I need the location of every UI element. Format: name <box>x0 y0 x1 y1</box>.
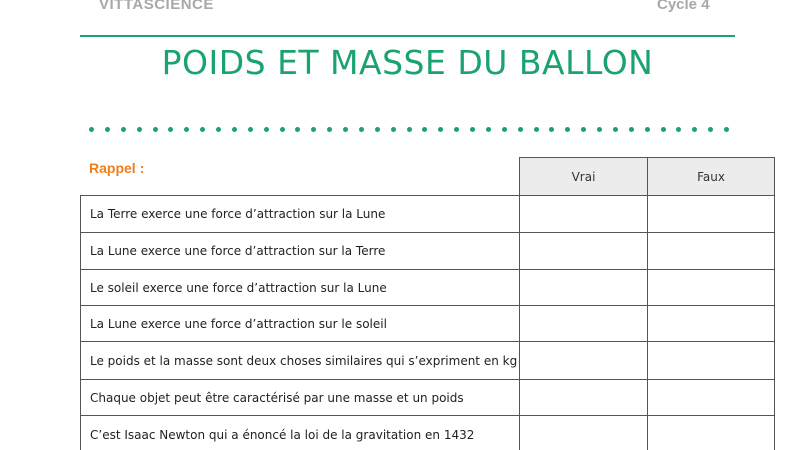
answer-cell-faux[interactable] <box>647 379 775 416</box>
statement-cell: La Lune exerce une force d’attraction su… <box>80 232 520 270</box>
divider-dot <box>152 127 158 132</box>
divider-dot <box>327 127 333 132</box>
divider-dot <box>406 127 412 132</box>
divider-dot <box>104 127 110 132</box>
answer-cell-vrai[interactable] <box>519 341 648 380</box>
divider-dot <box>358 127 364 132</box>
divider-dot <box>708 127 714 132</box>
header-rule <box>80 35 735 37</box>
divider-dot <box>612 127 618 132</box>
divider-dot <box>549 127 555 132</box>
divider-dot <box>247 127 253 132</box>
answer-cell-faux[interactable] <box>647 305 775 342</box>
statement-cell: Chaque objet peut être caractérisé par u… <box>80 379 520 416</box>
statement-cell: La Terre exerce une force d’attraction s… <box>80 195 520 233</box>
answer-cell-vrai[interactable] <box>519 305 648 342</box>
answer-cell-faux[interactable] <box>647 195 775 233</box>
divider-dot <box>692 127 698 132</box>
header-brand: VITTASCIENCE <box>99 0 214 13</box>
divider-dot <box>216 127 221 132</box>
divider-dot <box>390 127 396 132</box>
true-false-table: Vrai Faux La Terre exerce une force d’attr… <box>80 157 775 450</box>
divider-dot <box>263 127 269 132</box>
divider-dot <box>168 127 174 132</box>
answer-cell-vrai[interactable] <box>519 269 648 306</box>
answer-cell-vrai[interactable] <box>519 195 648 233</box>
page-title: POIDS ET MASSE DU BALLON <box>161 43 654 82</box>
divider-dot <box>470 127 475 132</box>
divider-dot <box>597 127 602 132</box>
answer-cell-faux[interactable] <box>647 341 775 380</box>
divider-dot <box>644 127 650 132</box>
divider-dot <box>374 127 380 132</box>
divider-dot <box>517 127 523 132</box>
divider-dot <box>136 127 142 132</box>
answer-cell-faux[interactable] <box>647 269 775 306</box>
column-header-faux: Faux <box>647 157 775 196</box>
answer-cell-faux[interactable] <box>647 415 775 450</box>
divider-dot <box>581 127 587 132</box>
divider-dot <box>422 127 428 132</box>
header-cycle: Cycle 4 <box>657 0 710 13</box>
dot-divider <box>89 127 729 133</box>
divider-dot <box>200 127 206 132</box>
divider-dot <box>533 127 539 132</box>
divider-dot <box>295 127 301 132</box>
divider-dot <box>485 127 491 132</box>
answer-cell-vrai[interactable] <box>519 415 648 450</box>
divider-dot <box>343 127 348 132</box>
divider-dot <box>660 127 666 132</box>
divider-dot <box>724 127 729 132</box>
divider-dot <box>120 127 126 132</box>
answer-cell-faux[interactable] <box>647 232 775 270</box>
divider-dot <box>565 127 571 132</box>
column-header-vrai: Vrai <box>519 157 648 196</box>
divider-dot <box>231 127 237 132</box>
divider-dot <box>279 127 285 132</box>
divider-dot <box>184 127 190 132</box>
answer-cell-vrai[interactable] <box>519 379 648 416</box>
divider-dot <box>311 127 317 132</box>
statement-cell: C’est Isaac Newton qui a énoncé la loi d… <box>80 415 520 450</box>
statement-cell: Le poids et la masse sont deux choses si… <box>80 341 520 380</box>
divider-dot <box>628 127 634 132</box>
divider-dot <box>454 127 460 132</box>
statement-cell: Le soleil exerce une force d’attraction … <box>80 269 520 306</box>
divider-dot <box>438 127 444 132</box>
divider-dot <box>89 127 94 132</box>
divider-dot <box>676 127 682 132</box>
statement-cell: La Lune exerce une force d’attraction su… <box>80 305 520 342</box>
answer-cell-vrai[interactable] <box>519 232 648 270</box>
divider-dot <box>501 127 507 132</box>
